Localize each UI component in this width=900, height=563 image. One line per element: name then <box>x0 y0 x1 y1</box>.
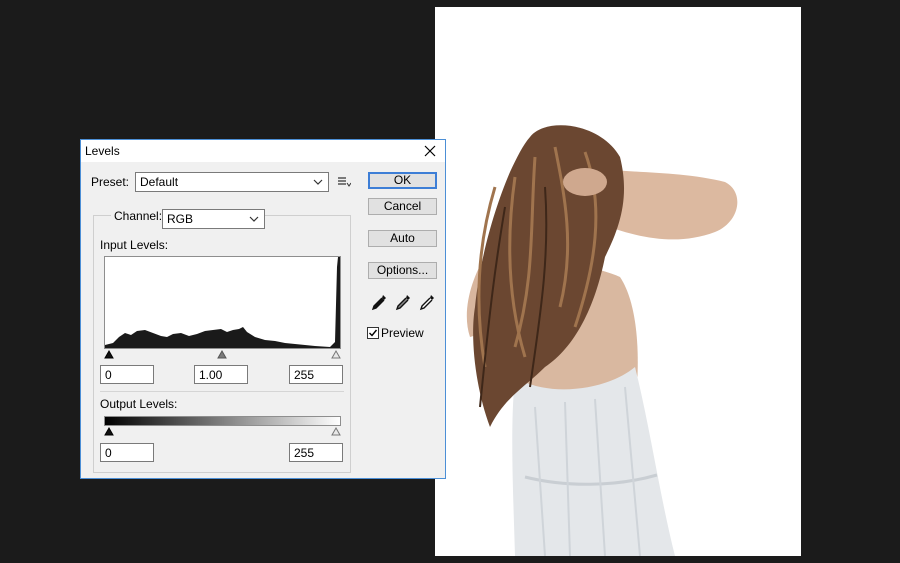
output-levels-label: Output Levels: <box>100 397 178 411</box>
output-black-handle <box>104 426 114 436</box>
close-icon[interactable] <box>421 142 439 160</box>
preview-label: Preview <box>381 326 424 340</box>
chevron-down-icon <box>249 213 259 225</box>
levels-dialog: Levels Preset: Default OK Cancel Auto Op… <box>80 139 446 479</box>
channel-dropdown[interactable]: RGB <box>162 209 265 229</box>
channel-value: RGB <box>167 212 194 226</box>
input-gamma-field[interactable] <box>194 365 248 384</box>
output-white-field[interactable] <box>289 443 343 462</box>
divider <box>100 391 344 392</box>
histogram <box>104 256 341 349</box>
input-gamma-handle <box>217 349 227 359</box>
dialog-title: Levels <box>85 144 120 158</box>
gray-eyedropper-icon[interactable] <box>395 293 411 311</box>
ok-button[interactable]: OK <box>368 172 437 189</box>
channel-label: Channel: <box>111 209 166 223</box>
histogram-graph <box>105 257 340 348</box>
input-white-handle <box>331 349 341 359</box>
input-white-field[interactable] <box>289 365 343 384</box>
dialog-titlebar[interactable]: Levels <box>81 140 445 162</box>
black-eyedropper-icon[interactable] <box>371 293 387 311</box>
output-black-field[interactable] <box>100 443 154 462</box>
chevron-down-icon <box>313 176 323 188</box>
preset-label: Preset: <box>91 175 130 189</box>
auto-button[interactable]: Auto <box>368 230 437 247</box>
input-levels-label: Input Levels: <box>100 238 169 252</box>
preset-dropdown[interactable]: Default <box>135 172 329 192</box>
white-eyedropper-icon[interactable] <box>419 293 435 311</box>
preset-value: Default <box>140 175 179 189</box>
output-levels-slider[interactable] <box>104 425 341 437</box>
input-black-field[interactable] <box>100 365 154 384</box>
document-canvas <box>435 7 801 556</box>
preview-checkbox[interactable] <box>367 327 379 339</box>
cancel-button[interactable]: Cancel <box>368 198 437 215</box>
input-levels-slider[interactable] <box>104 348 341 360</box>
output-white-handle <box>331 426 341 436</box>
options-button[interactable]: Options... <box>368 262 437 279</box>
photo-woman-back-view <box>466 125 738 556</box>
input-black-handle <box>104 349 114 359</box>
preset-options-icon[interactable] <box>337 175 352 189</box>
